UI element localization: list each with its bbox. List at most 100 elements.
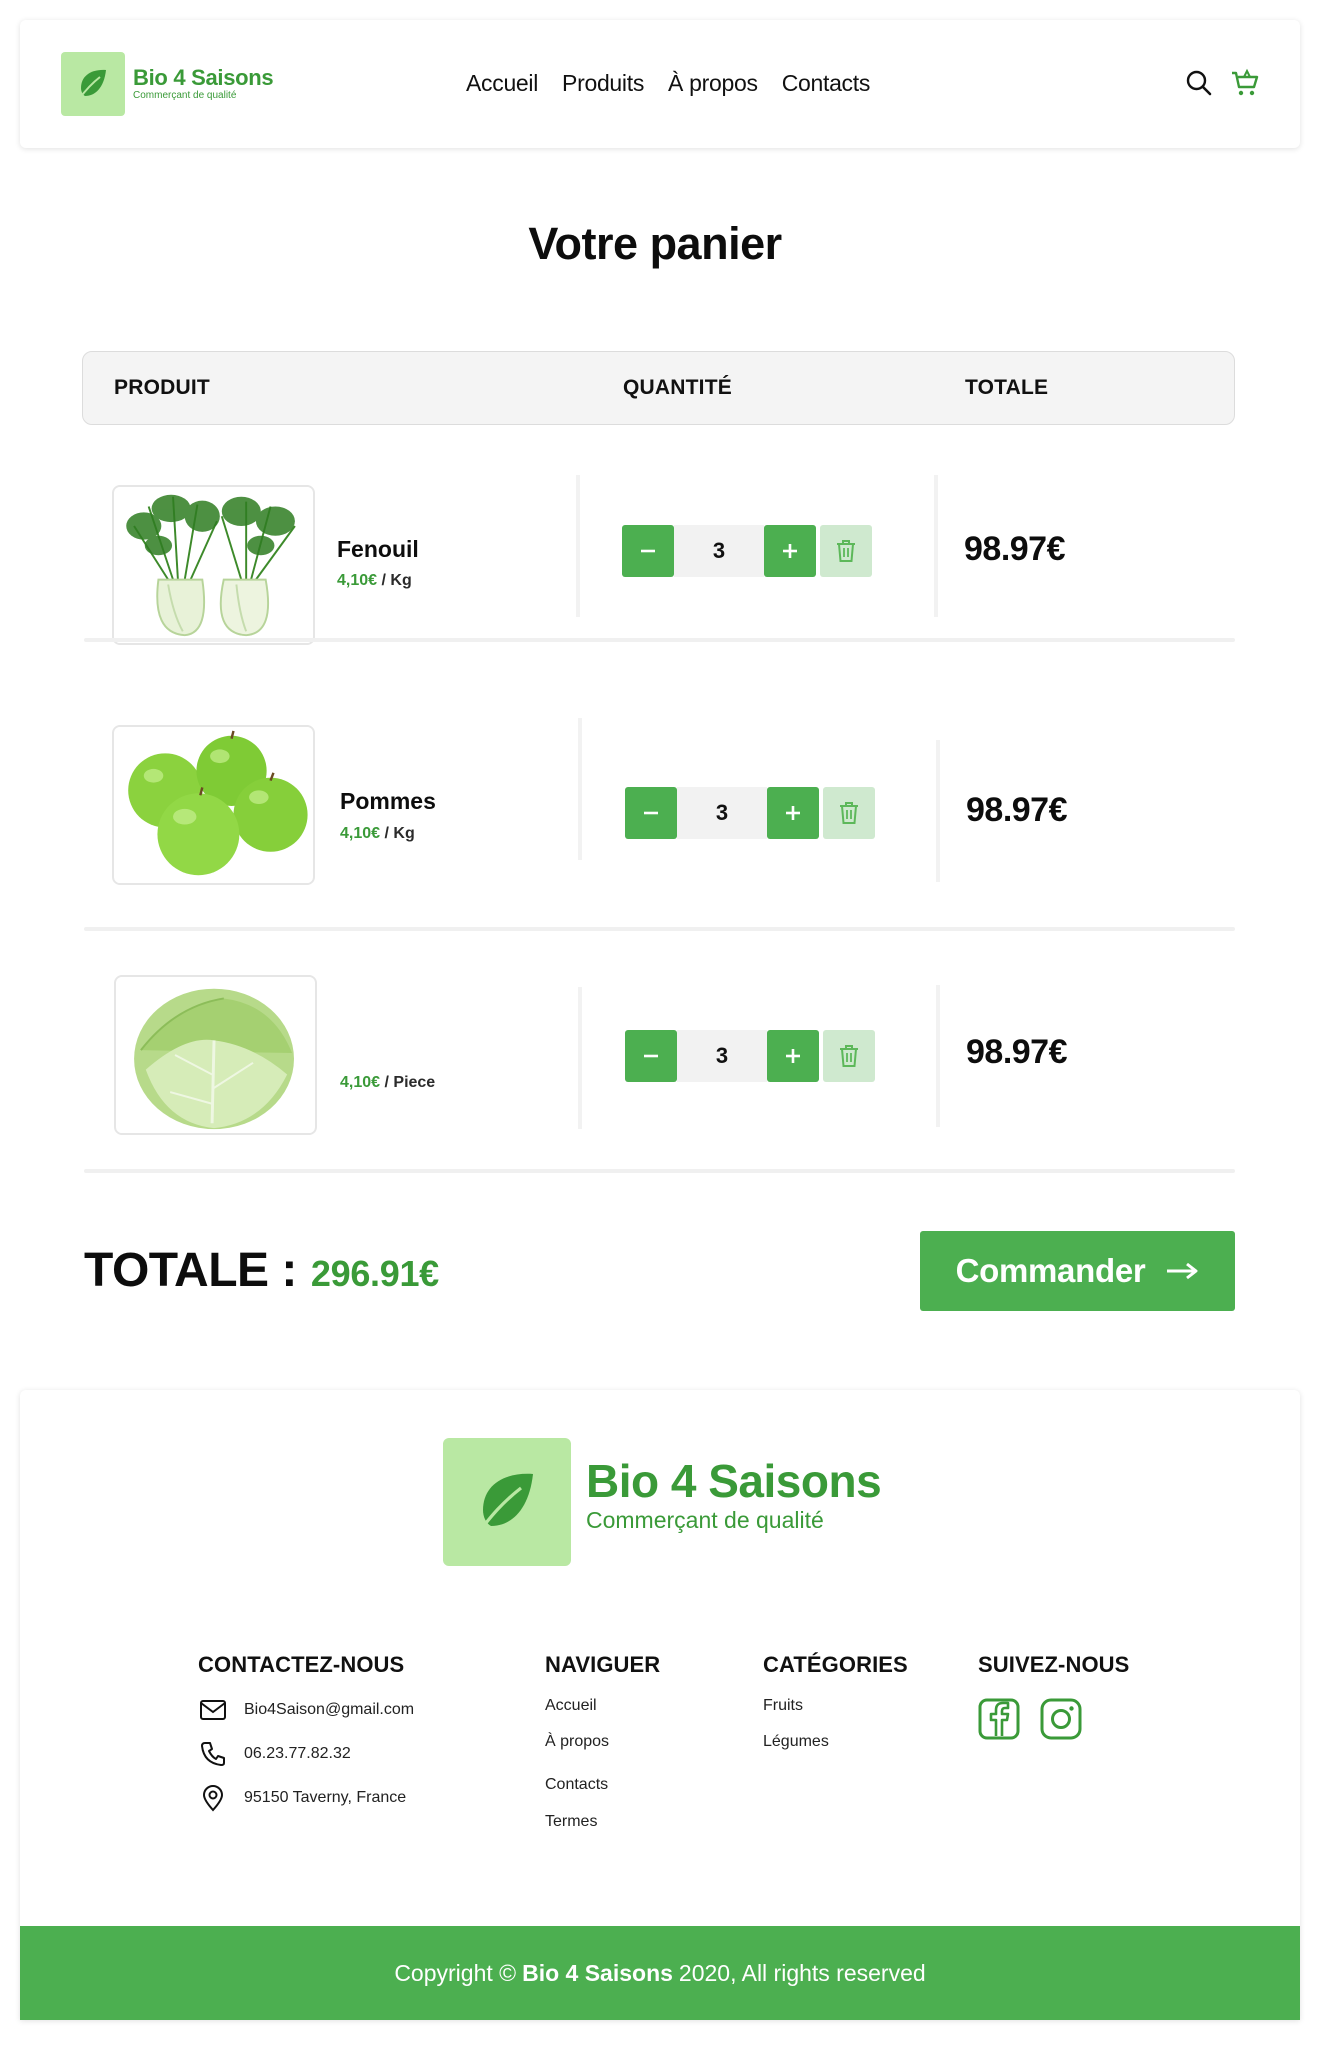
plus-icon <box>786 1049 800 1063</box>
order-button-label: Commander <box>955 1252 1146 1289</box>
product-unit-price: 4,10€ / Piece <box>340 1074 435 1092</box>
footer-brand-logo[interactable]: Bio 4 Saisons Commerçant de qualité <box>443 1438 882 1566</box>
footer-navigate-title: NAVIGUER <box>545 1652 661 1677</box>
footer-link-termes[interactable]: Termes <box>545 1812 660 1832</box>
product-image-fennel[interactable] <box>112 485 315 645</box>
quantity-value[interactable]: 3 <box>677 1030 767 1082</box>
quantity-stepper: 3 <box>625 1030 875 1082</box>
contact-email[interactable]: Bio4Saison@gmail.com <box>198 1696 414 1724</box>
footer-categories: CATÉGORIES Fruits Légumes <box>763 1652 908 1752</box>
row-divider <box>84 927 1235 931</box>
mail-icon <box>198 1695 228 1725</box>
arrow-right-icon <box>1167 1262 1198 1280</box>
minus-icon <box>644 811 658 815</box>
product-unit-price: 4,10€ / Kg <box>340 825 415 843</box>
footer-brand-name: Bio 4 Saisons <box>586 1455 882 1507</box>
divider <box>576 475 580 617</box>
plus-icon <box>786 806 800 820</box>
leaf-icon <box>443 1438 571 1566</box>
footer-link-legumes[interactable]: Légumes <box>763 1732 908 1752</box>
footer-follow: SUIVEZ-NOUS <box>978 1652 1129 1745</box>
social-links <box>978 1698 1129 1745</box>
main-nav: Accueil Produits À propos Contacts <box>466 68 894 98</box>
row-total: 98.97€ <box>966 791 1068 829</box>
footer-link-accueil[interactable]: Accueil <box>545 1696 660 1716</box>
page-title: Votre panier <box>528 218 782 269</box>
copyright-prefix: Copyright © <box>394 1959 517 1986</box>
contact-address: 95150 Taverny, France <box>198 1784 414 1812</box>
quantity-value[interactable]: 3 <box>677 787 767 839</box>
cart-row: 4,10€ / Piece 3 98.97€ <box>82 975 1235 1173</box>
divider <box>578 718 582 860</box>
minus-icon <box>644 1054 658 1058</box>
product-name: Pommes <box>340 788 436 814</box>
row-total: 98.97€ <box>964 530 1066 568</box>
price-value: 4,10€ <box>340 1074 381 1091</box>
contact-email-text: Bio4Saison@gmail.com <box>244 1701 415 1718</box>
footer-follow-title: SUIVEZ-NOUS <box>978 1652 1130 1677</box>
trash-icon <box>840 1045 858 1067</box>
price-unit: / Kg <box>384 825 415 842</box>
decrease-button[interactable] <box>625 1030 677 1082</box>
copyright-suffix: 2020, All rights reserved <box>678 1959 926 1986</box>
price-unit: / Piece <box>384 1074 436 1091</box>
minus-icon <box>641 549 655 553</box>
nav-produits[interactable]: Produits <box>562 68 644 98</box>
trash-icon <box>840 802 858 824</box>
product-image-cabbage[interactable] <box>114 975 317 1135</box>
divider <box>934 475 938 617</box>
footer-link-contacts[interactable]: Contacts <box>545 1775 660 1795</box>
quantity-stepper: 3 <box>625 787 875 839</box>
increase-button[interactable] <box>767 1030 819 1082</box>
column-header-total: TOTALE <box>965 376 1049 399</box>
brand-name: Bio 4 Saisons <box>133 65 274 90</box>
delete-button[interactable] <box>820 525 872 577</box>
column-header-product: PRODUIT <box>114 376 210 399</box>
quantity-stepper: 3 <box>622 525 872 577</box>
search-icon[interactable] <box>1184 68 1214 98</box>
decrease-button[interactable] <box>625 787 677 839</box>
trash-icon <box>837 540 855 562</box>
leaf-icon <box>61 52 125 116</box>
total-label: TOTALE : <box>84 1244 297 1297</box>
nav-accueil[interactable]: Accueil <box>466 68 538 98</box>
instagram-icon[interactable] <box>1040 1698 1082 1745</box>
product-image-green-apples[interactable] <box>112 725 315 885</box>
footer-link-a-propos[interactable]: À propos <box>545 1732 660 1752</box>
price-value: 4,10€ <box>340 825 381 842</box>
phone-icon <box>198 1739 228 1769</box>
cart-row: Fenouil 4,10€ / Kg 3 98.97€ <box>82 452 1235 645</box>
nav-contacts[interactable]: Contacts <box>782 68 871 98</box>
order-button[interactable]: Commander <box>920 1231 1235 1311</box>
product-unit-price: 4,10€ / Kg <box>337 572 412 590</box>
delete-button[interactable] <box>823 787 875 839</box>
decrease-button[interactable] <box>622 525 674 577</box>
nav-a-propos[interactable]: À propos <box>668 68 758 98</box>
increase-button[interactable] <box>767 787 819 839</box>
copyright-bar: Copyright © Bio 4 Saisons 2020, All righ… <box>20 1926 1300 2020</box>
footer-navigate: NAVIGUER Accueil À propos Contacts Terme… <box>545 1652 660 1832</box>
footer-contact: CONTACTEZ-NOUS Bio4Saison@gmail.com 06.2… <box>198 1652 414 1828</box>
brand-logo[interactable]: Bio 4 Saisons Commerçant de qualité <box>61 52 274 116</box>
header-actions <box>1184 68 1260 98</box>
brand-tagline: Commerçant de qualité <box>133 90 237 101</box>
divider <box>936 985 940 1127</box>
plus-icon <box>783 544 797 558</box>
footer-link-fruits[interactable]: Fruits <box>763 1696 908 1716</box>
increase-button[interactable] <box>764 525 816 577</box>
row-divider <box>84 638 1235 642</box>
facebook-icon[interactable] <box>978 1698 1020 1745</box>
copyright-brand: Bio 4 Saisons <box>522 1959 673 1986</box>
delete-button[interactable] <box>823 1030 875 1082</box>
footer-brand-tagline: Commerçant de qualité <box>586 1507 824 1533</box>
divider <box>936 740 940 882</box>
site-footer: Bio 4 Saisons Commerçant de qualité CONT… <box>20 1390 1300 2020</box>
price-value: 4,10€ <box>337 572 378 589</box>
row-divider <box>84 1169 1235 1173</box>
cart-icon[interactable] <box>1230 68 1260 98</box>
quantity-value[interactable]: 3 <box>674 525 764 577</box>
price-unit: / Kg <box>381 572 412 589</box>
total-amount: 296.91€ <box>310 1253 439 1294</box>
row-total: 98.97€ <box>966 1033 1068 1071</box>
contact-phone[interactable]: 06.23.77.82.32 <box>198 1740 414 1768</box>
